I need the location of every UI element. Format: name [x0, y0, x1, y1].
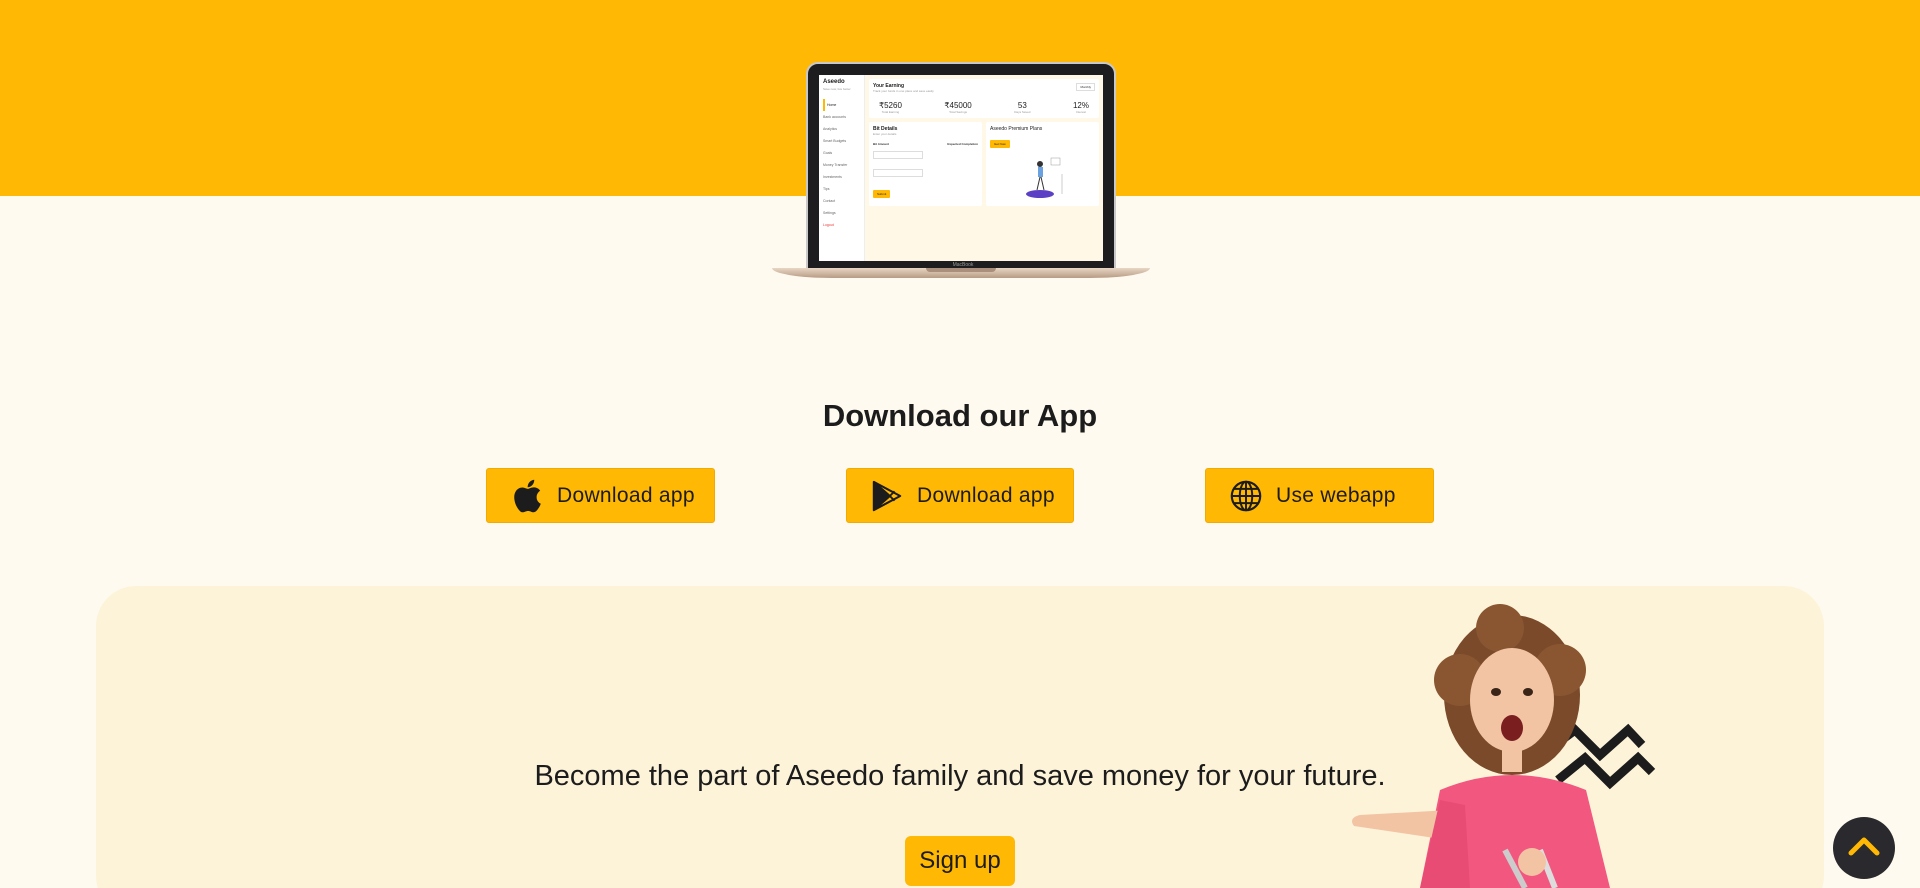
use-webapp-button[interactable]: Use webapp [1205, 468, 1434, 523]
dashboard-logo: Aseedo [823, 79, 845, 85]
sidebar-item: Bank accounts [823, 115, 846, 119]
stat-value: ₹45000 [944, 101, 972, 110]
stat-value: ₹5260 [879, 101, 902, 110]
dashboard-lower-row: Bit Details Enter your details Bit Amoun… [869, 122, 1099, 206]
sidebar-item: Goals [823, 151, 833, 155]
laptop-screen: Aseedo Save now, live better Home Bank a… [819, 75, 1103, 261]
laptop-lid: Aseedo Save now, live better Home Bank a… [806, 62, 1116, 272]
download-ios-button[interactable]: Download app [486, 468, 715, 523]
signup-button[interactable]: Sign up [905, 836, 1015, 886]
stat: ₹45000 Total Savings [944, 101, 971, 114]
stat: 12% Interest [1073, 101, 1089, 114]
laptop-mockup: Aseedo Save now, live better Home Bank a… [772, 62, 1150, 282]
bit-details-card: Bit Details Enter your details Bit Amoun… [869, 122, 982, 206]
premium-card: Aseedo Premium Plans Get Now [986, 122, 1099, 206]
sidebar-item: Investments [823, 175, 842, 179]
sidebar-item: Money Transfer [823, 163, 848, 167]
stat-label: Interest [1075, 110, 1086, 114]
use-webapp-label: Use webapp [1276, 483, 1396, 507]
earning-card: Your Earning Track your funds in one pla… [869, 79, 1099, 118]
stats-row: ₹5260 Total Earning ₹45000 Total Savings… [873, 101, 1095, 114]
sidebar-item: Smart Budgets [823, 139, 847, 143]
bit-details-subtitle: Enter your details [873, 132, 897, 136]
premium-button: Get Now [990, 140, 1010, 148]
field-label: Expected Completion [947, 142, 978, 146]
back-to-top-button[interactable] [1833, 817, 1895, 879]
download-ios-label: Download app [557, 483, 695, 507]
stat: 53 Days Saved [1014, 101, 1030, 114]
download-play-label: Download app [917, 483, 1055, 507]
dashboard-sidebar: Aseedo Save now, live better Home Bank a… [819, 75, 865, 261]
amount-field [873, 151, 924, 159]
stat-value: 12% [1072, 101, 1089, 110]
stat-label: Total Earning [881, 110, 900, 114]
stat-value: 53 [1017, 101, 1027, 110]
stat-label: Total Savings [949, 110, 967, 114]
dashboard-main: Your Earning Track your funds in one pla… [865, 75, 1103, 261]
apple-icon [511, 478, 543, 514]
laptop-notch [926, 268, 996, 272]
woman-illustration [1300, 600, 1720, 888]
stat: ₹5260 Total Earning [879, 101, 902, 114]
sidebar-item: Tips [823, 187, 830, 191]
submit-button: Submit [873, 190, 891, 198]
dashboard-tagline: Save now, live better [823, 87, 851, 91]
stat-label: Days Saved [1014, 110, 1031, 114]
period-select: Monthly [1076, 83, 1095, 91]
globe-icon [1230, 478, 1262, 514]
earning-subtitle: Track your funds in one place and save e… [873, 89, 934, 93]
chevron-up-icon [1848, 835, 1880, 862]
sidebar-item: Contact [823, 199, 836, 203]
signup-text: Become the part of Aseedo family and sav… [534, 760, 1386, 792]
sidebar-item-logout: Logout [823, 223, 834, 227]
premium-illustration [1018, 154, 1068, 198]
completion-field [873, 169, 924, 177]
download-title: Download our App [822, 398, 1098, 433]
sidebar-item: Settings [823, 211, 836, 215]
download-play-button[interactable]: Download app [846, 468, 1074, 523]
play-store-icon [871, 478, 903, 514]
premium-title: Aseedo Premium Plans [990, 126, 1043, 132]
sidebar-item: Analytics [823, 127, 838, 131]
sidebar-item: Home [823, 99, 860, 111]
